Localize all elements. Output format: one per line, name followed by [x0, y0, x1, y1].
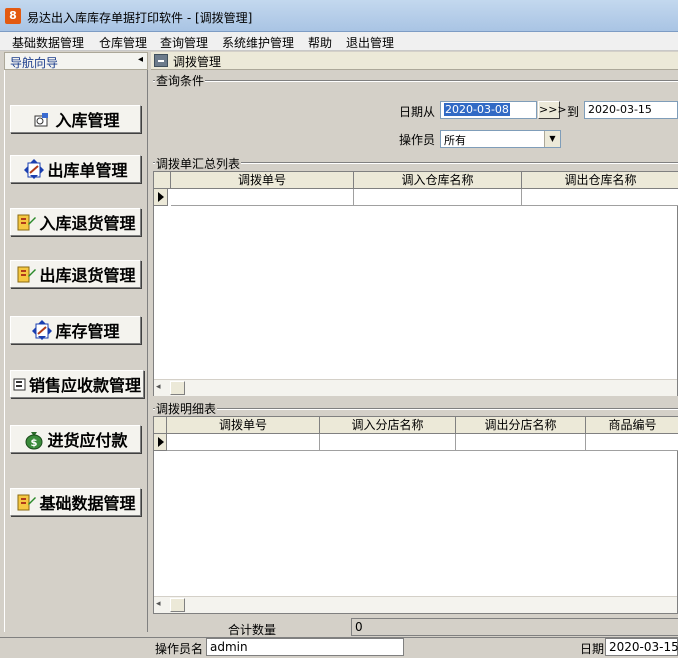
- nav-stock-in-button[interactable]: 入库管理: [10, 105, 141, 133]
- menu-bar: 基础数据管理 仓库管理 查询管理 系统维护管理 帮助 退出管理: [0, 32, 678, 51]
- stock-out-icon: [23, 158, 45, 180]
- return-in-icon: [15, 211, 37, 233]
- nav-base-data-button[interactable]: 基础数据管理: [10, 488, 141, 516]
- status-date-value: 2020-03-15: [605, 638, 678, 656]
- mdi-tab-strip: 调拨管理: [151, 52, 678, 70]
- table-cell[interactable]: [320, 434, 456, 451]
- menu-warehouse[interactable]: 仓库管理: [99, 34, 147, 51]
- receivable-icon: [13, 373, 27, 395]
- nav-return-in-button[interactable]: 入库退货管理: [10, 208, 141, 236]
- table-cell[interactable]: [354, 189, 522, 206]
- date-from-label: 日期从: [399, 105, 436, 119]
- table-cell[interactable]: [522, 189, 678, 206]
- total-quantity-value: 0: [351, 618, 678, 636]
- nav-item-label: 出库单管理: [47, 161, 128, 180]
- nav-item-label: 库存管理: [55, 322, 120, 341]
- svg-text:$: $: [31, 438, 38, 449]
- summary-col-out-warehouse[interactable]: 调出仓库名称: [522, 172, 678, 189]
- app-icon[interactable]: 8: [5, 8, 21, 24]
- nav-item-label: 基础数据管理: [39, 494, 136, 513]
- date-from-value: 2020-03-08: [444, 103, 510, 116]
- nav-receivable-button[interactable]: 销售应收款管理: [10, 370, 144, 398]
- base-data-icon: [15, 491, 37, 513]
- nav-header: 导航向导 ◂: [4, 52, 148, 70]
- detail-hscrollbar[interactable]: ◂: [154, 596, 677, 613]
- detail-col-product-code[interactable]: 商品编号: [586, 417, 678, 434]
- detail-grid-corner: [154, 417, 167, 434]
- nav-item-label: 进货应付款: [47, 431, 128, 450]
- scroll-thumb[interactable]: [170, 598, 185, 612]
- nav-return-out-button[interactable]: 出库退货管理: [10, 260, 141, 288]
- collapse-arrow-icon[interactable]: ◂: [138, 54, 143, 65]
- row-indicator[interactable]: [154, 434, 167, 451]
- menu-base-data[interactable]: 基础数据管理: [12, 34, 84, 51]
- nav-item-label: 入库退货管理: [39, 214, 136, 233]
- status-date-label: 日期: [580, 642, 605, 656]
- query-group-border: [153, 80, 678, 81]
- nav-item-label: 销售应收款管理: [28, 376, 141, 395]
- detail-grid[interactable]: 调拨单号 调入分店名称 调出分店名称 商品编号 ◂: [153, 416, 678, 614]
- chevron-down-icon[interactable]: ▼: [544, 131, 560, 147]
- date-picker-button[interactable]: >>>: [538, 101, 567, 119]
- query-group-title: 查询条件: [155, 72, 206, 89]
- table-cell[interactable]: [171, 189, 354, 206]
- summary-col-in-warehouse[interactable]: 调入仓库名称: [354, 172, 522, 189]
- nav-stock-out-button[interactable]: 出库单管理: [10, 155, 141, 183]
- detail-group-border: [153, 408, 678, 409]
- scroll-left-icon[interactable]: ◂: [156, 599, 161, 609]
- operator-select-value: 所有: [444, 134, 466, 147]
- current-row-arrow-icon: [158, 192, 164, 202]
- detail-group-title: 调拨明细表: [155, 400, 218, 417]
- table-cell[interactable]: [167, 434, 320, 451]
- nav-item-label: 出库退货管理: [39, 266, 136, 285]
- operator-select[interactable]: 所有 ▼: [440, 130, 561, 148]
- window-title: 易达出入库库存单据打印软件 - [调拨管理]: [27, 11, 253, 25]
- table-cell[interactable]: [456, 434, 586, 451]
- status-operator-label: 操作员名: [155, 642, 204, 656]
- table-cell[interactable]: [586, 434, 678, 451]
- summary-grid-corner: [154, 172, 171, 189]
- total-quantity-label: 合计数量: [228, 623, 277, 637]
- operator-label: 操作员: [399, 133, 436, 147]
- detail-col-out-branch[interactable]: 调出分店名称: [456, 417, 586, 434]
- nav-inventory-button[interactable]: 库存管理: [10, 316, 141, 344]
- status-operator-value: admin: [206, 638, 404, 656]
- menu-exit[interactable]: 退出管理: [346, 34, 394, 51]
- date-to-label: 到: [567, 105, 580, 119]
- date-from-input[interactable]: 2020-03-08: [440, 101, 537, 119]
- nav-header-title: 导航向导: [10, 56, 59, 70]
- detail-col-in-branch[interactable]: 调入分店名称: [320, 417, 456, 434]
- scroll-thumb[interactable]: [170, 381, 185, 395]
- summary-hscrollbar[interactable]: ◂: [154, 379, 677, 396]
- detail-col-transfer-no[interactable]: 调拨单号: [167, 417, 320, 434]
- stock-in-icon: [31, 108, 53, 130]
- menu-help[interactable]: 帮助: [308, 34, 332, 51]
- nav-payable-button[interactable]: $ 进货应付款: [10, 425, 141, 453]
- current-row-arrow-icon: [158, 437, 164, 447]
- nav-item-label: 入库管理: [55, 111, 120, 130]
- menu-system[interactable]: 系统维护管理: [222, 34, 294, 51]
- tab-transfer-management[interactable]: 调拨管理: [173, 53, 221, 70]
- money-bag-icon: $: [23, 428, 45, 450]
- summary-col-transfer-no[interactable]: 调拨单号: [171, 172, 354, 189]
- return-out-icon: [15, 263, 37, 285]
- inventory-icon: [31, 319, 53, 341]
- date-to-input[interactable]: 2020-03-15: [584, 101, 678, 119]
- menu-query[interactable]: 查询管理: [160, 34, 208, 51]
- window-minimize-icon[interactable]: [154, 54, 168, 67]
- row-indicator[interactable]: [154, 189, 168, 206]
- summary-grid[interactable]: 调拨单号 调入仓库名称 调出仓库名称 ◂: [153, 171, 678, 396]
- title-bar: 8 易达出入库库存单据打印软件 - [调拨管理]: [0, 0, 678, 32]
- scroll-left-icon[interactable]: ◂: [156, 382, 161, 392]
- summary-group-title: 调拨单汇总列表: [155, 155, 242, 172]
